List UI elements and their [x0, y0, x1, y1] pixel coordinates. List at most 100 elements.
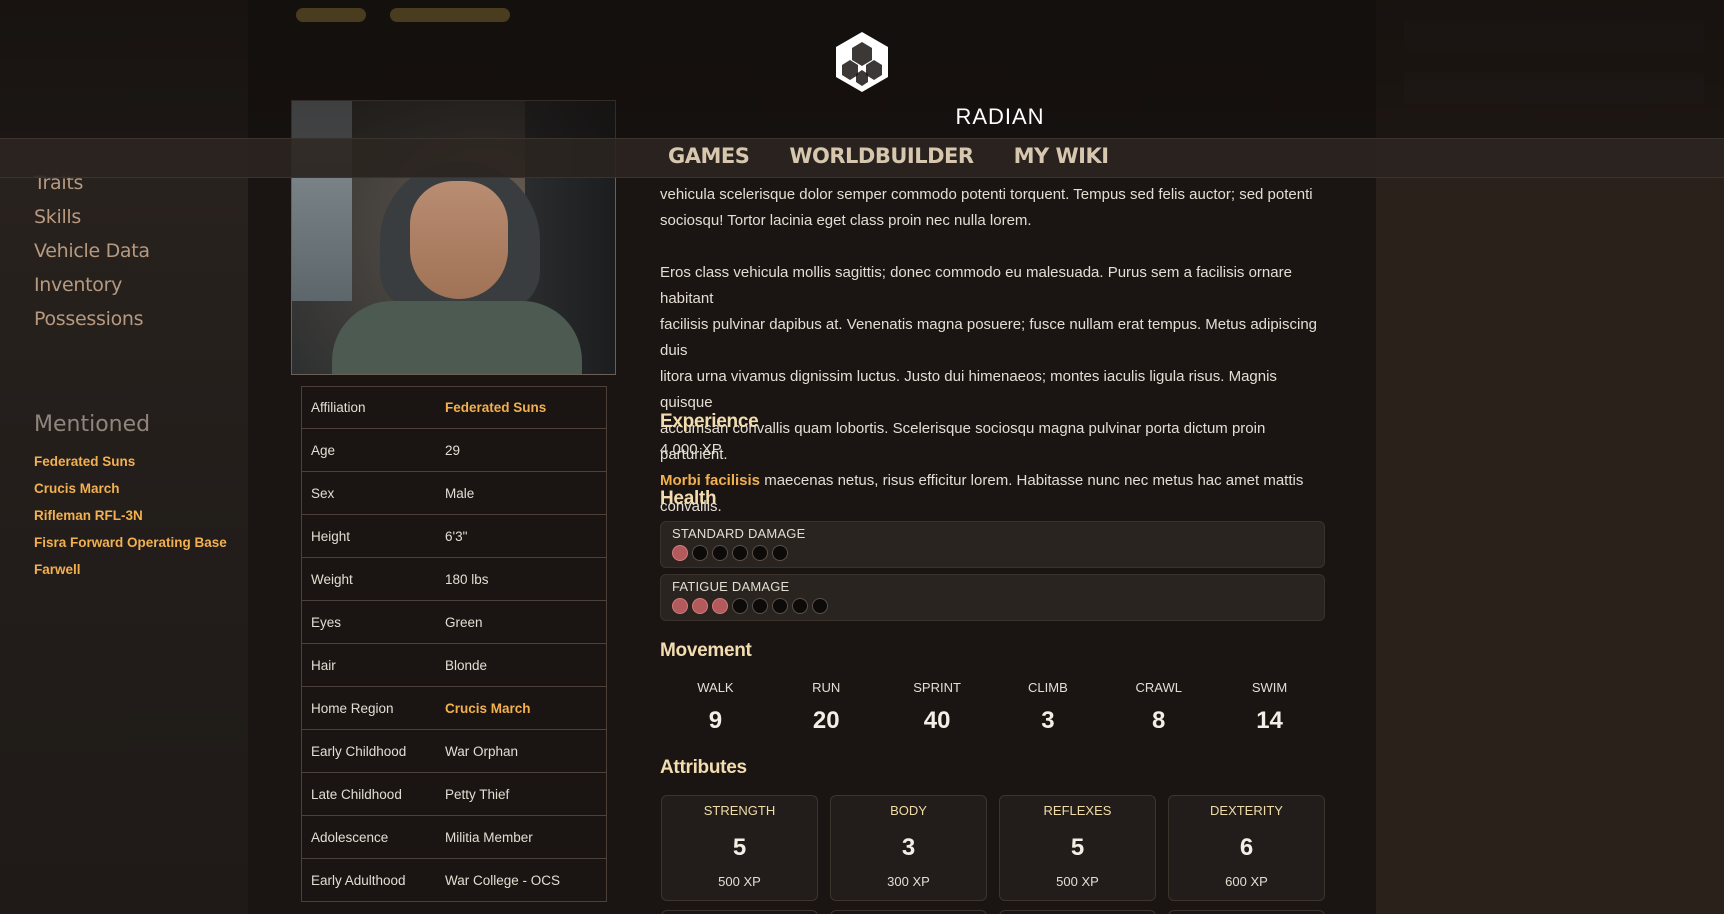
info-key: Home Region — [311, 700, 394, 716]
mentioned-link[interactable]: Federated Suns — [34, 454, 135, 469]
attribute-label: BODY — [890, 803, 927, 818]
info-key: Hair — [311, 657, 336, 673]
character-info-table: Affiliation Federated Suns Age 29 Sex Male Hei… — [301, 386, 607, 902]
nav-worldbuilder[interactable]: WORLDBUILDER — [789, 144, 974, 168]
movement-value: 20 — [812, 707, 840, 734]
info-value: 6'3" — [445, 528, 468, 544]
radian-logo-icon[interactable] — [832, 30, 892, 94]
movement-label: RUN — [812, 680, 841, 695]
info-key: Early Childhood — [311, 743, 407, 759]
mentioned-link[interactable]: Rifleman RFL-3N — [34, 508, 143, 523]
attribute-card — [661, 910, 818, 914]
nav-games[interactable]: GAMES — [668, 144, 750, 168]
paragraph-line: facilisis pulvinar dapibus at. Venenatis… — [660, 316, 1318, 359]
movement-stats: WALK 9 RUN 20 SPRINT 40 CLIMB 3 CRAWL 8 SWIM 14 — [660, 680, 1325, 735]
movement-label: WALK — [697, 680, 734, 695]
sidebar-item-inventory[interactable]: Inventory — [34, 274, 122, 296]
info-row: Weight 180 lbs — [301, 558, 607, 601]
attribute-value: 3 — [901, 834, 916, 861]
attribute-card-dexterity[interactable]: DEXTERITY 6 600 XP — [1168, 795, 1325, 901]
info-row: Home Region Crucis March — [301, 687, 607, 730]
attribute-xp: 600 XP — [1225, 874, 1268, 889]
attribute-card — [999, 910, 1156, 914]
movement-stat-sprint: SPRINT 40 — [882, 680, 993, 735]
brand-text: RADIAN — [955, 104, 1045, 129]
damage-pip-empty[interactable] — [732, 545, 748, 561]
info-key: Adolescence — [311, 829, 389, 845]
movement-label: SWIM — [1251, 680, 1288, 695]
mentioned-link[interactable]: Farwell — [34, 562, 81, 577]
damage-pip-filled[interactable] — [692, 598, 708, 614]
movement-value: 40 — [923, 707, 951, 734]
attribute-card-body[interactable]: BODY 3 300 XP — [830, 795, 987, 901]
info-row: Early Childhood War Orphan — [301, 730, 607, 773]
info-row: Affiliation Federated Suns — [301, 386, 607, 429]
movement-value: 3 — [1041, 707, 1055, 734]
attribute-card-strength[interactable]: STRENGTH 5 500 XP — [661, 795, 818, 901]
damage-pip-empty[interactable] — [712, 545, 728, 561]
attribute-card-reflexes[interactable]: REFLEXES 5 500 XP — [999, 795, 1156, 901]
health-heading: Health — [660, 488, 717, 509]
info-key: Age — [311, 442, 336, 458]
info-value: War College - OCS — [445, 872, 561, 888]
info-value-link[interactable]: Crucis March — [445, 701, 606, 716]
movement-stat-swim: SWIM 14 — [1214, 680, 1325, 735]
attribute-grid: STRENGTH 5 500 XP BODY 3 300 XP REFLEXES 5 500 X… — [661, 795, 1325, 901]
info-key: Height — [311, 528, 351, 544]
info-row: Age 29 — [301, 429, 607, 472]
movement-stat-run: RUN 20 — [771, 680, 882, 735]
damage-pip-empty[interactable] — [732, 598, 748, 614]
damage-label: FATIGUE DAMAGE — [672, 579, 790, 594]
mentioned-heading: Mentioned — [34, 412, 151, 437]
info-value: 29 — [445, 442, 461, 458]
info-row: Late Childhood Petty Thief — [301, 773, 607, 816]
damage-pip-empty[interactable] — [752, 545, 768, 561]
damage-pip-filled[interactable] — [672, 598, 688, 614]
info-value: Petty Thief — [445, 786, 510, 802]
movement-label: CRAWL — [1135, 680, 1182, 695]
damage-pip-empty[interactable] — [812, 598, 828, 614]
info-value: Militia Member — [445, 829, 533, 845]
experience-heading: Experience — [660, 411, 759, 432]
movement-stat-walk: WALK 9 — [660, 680, 771, 735]
info-value-link[interactable]: Federated Suns — [445, 400, 606, 415]
damage-pip-empty[interactable] — [792, 598, 808, 614]
info-value: Male — [445, 485, 475, 501]
info-row: Height 6'3" — [301, 515, 607, 558]
damage-pip-empty[interactable] — [692, 545, 708, 561]
description-paragraph: vehicula scelerisque dolor semper commod… — [660, 182, 1320, 234]
info-row: Adolescence Militia Member — [301, 816, 607, 859]
info-row: Early Adulthood War College - OCS — [301, 859, 607, 902]
description-paragraph: Eros class vehicula mollis sagittis; don… — [660, 260, 1320, 520]
attribute-label: DEXTERITY — [1210, 803, 1283, 818]
brand-name: RADIAN — [0, 104, 1724, 130]
paragraph-line: accumsan convallis quam lobortis. Sceler… — [660, 420, 1266, 463]
movement-value: 9 — [708, 707, 723, 734]
damage-pips — [672, 545, 1313, 561]
info-key: Early Adulthood — [311, 872, 406, 888]
paragraph-line: Morbi facilisis maecenas netus, risus ef… — [660, 468, 1320, 520]
damage-pip-empty[interactable] — [752, 598, 768, 614]
top-nav: GAMES WORLDBUILDER MY WIKI — [668, 144, 1109, 168]
fatigue-damage-track: FATIGUE DAMAGE — [660, 574, 1325, 621]
attribute-grid-next-row — [661, 910, 1325, 914]
mentioned-link[interactable]: Fisra Forward Operating Base — [34, 535, 227, 550]
nav-my-wiki[interactable]: MY WIKI — [1014, 144, 1109, 168]
standard-damage-track: STANDARD DAMAGE — [660, 521, 1325, 568]
damage-pip-filled[interactable] — [672, 545, 688, 561]
damage-pip-empty[interactable] — [772, 598, 788, 614]
sidebar-item-vehicle-data[interactable]: Vehicle Data — [34, 240, 150, 262]
mentioned-link[interactable]: Crucis March — [34, 481, 120, 496]
movement-label: SPRINT — [913, 680, 961, 695]
info-key: Weight — [311, 571, 353, 587]
damage-pip-filled[interactable] — [712, 598, 728, 614]
damage-pip-empty[interactable] — [772, 545, 788, 561]
attribute-label: STRENGTH — [703, 803, 776, 818]
attribute-label: REFLEXES — [1043, 803, 1112, 818]
sidebar-item-skills[interactable]: Skills — [34, 206, 81, 228]
info-row: Sex Male — [301, 472, 607, 515]
sidebar-item-possessions[interactable]: Possessions — [34, 308, 144, 330]
info-value: War Orphan — [445, 743, 519, 759]
info-key: Affiliation — [311, 400, 366, 415]
morbi-facilisis-link[interactable]: Morbi facilisis — [660, 472, 760, 489]
